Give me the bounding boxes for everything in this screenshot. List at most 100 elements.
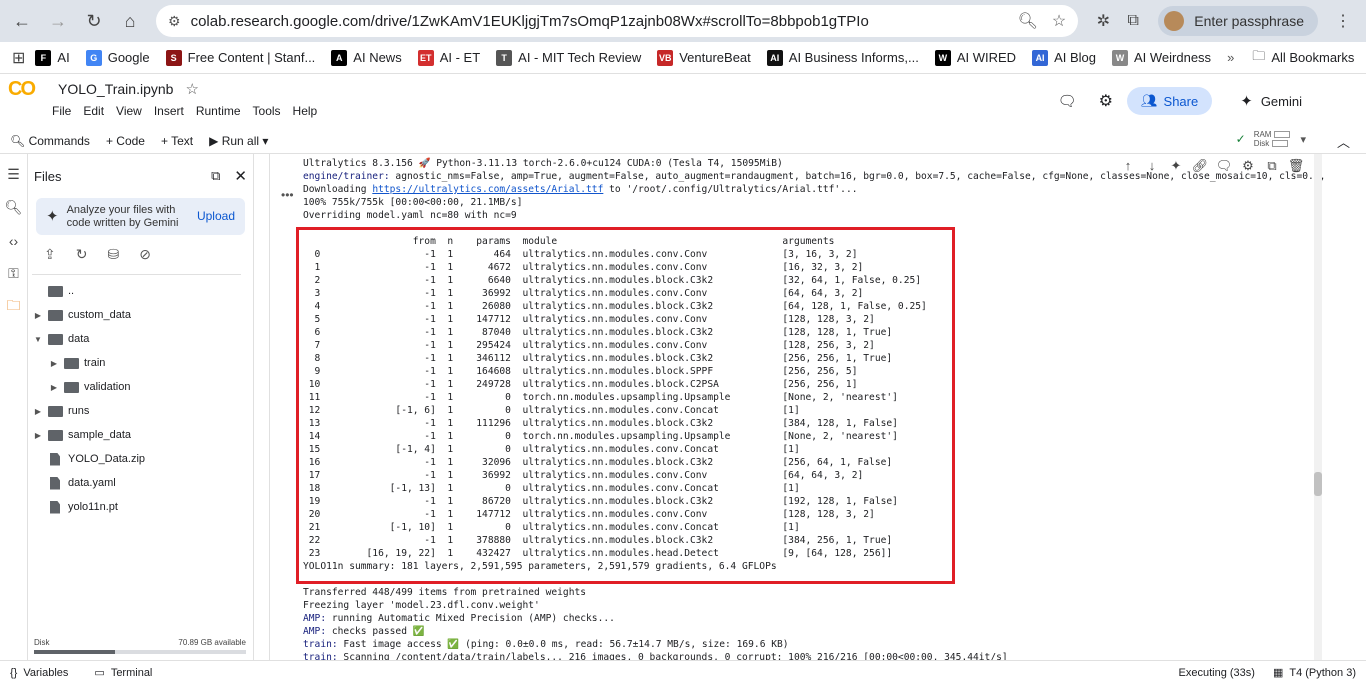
table-of-contents-icon[interactable]: ☰ [0, 158, 27, 191]
extension-ai-icon[interactable]: ✲ [1088, 11, 1118, 31]
upload-file-icon[interactable]: ⇪ [44, 246, 56, 263]
executing-status[interactable]: Executing (33s) [1179, 667, 1255, 679]
terminal-button[interactable]: ▭ Terminal [94, 666, 152, 680]
file-tree-item[interactable]: ▶ train [28, 351, 253, 375]
file-name: train [84, 357, 106, 369]
bookmark-item[interactable]: W AI WIRED [934, 49, 1017, 66]
folder-icon [48, 309, 63, 321]
bookmark-favicon-icon: A [331, 49, 348, 66]
play-icon: ▶ [209, 133, 219, 148]
zoom-search-icon[interactable]: 🔍︎ [1018, 11, 1038, 31]
colab-logo-icon[interactable]: CO [8, 78, 48, 101]
back-icon[interactable]: ← [8, 7, 36, 35]
secrets-key-icon[interactable]: ⚿ [0, 257, 27, 290]
run-all-dropdown-icon[interactable]: ▾ [262, 134, 268, 148]
files-folder-icon[interactable]: 🗀 [0, 290, 27, 323]
output-actions-icon[interactable]: ••• [281, 188, 294, 202]
site-info-icon[interactable]: ⚙ [168, 13, 181, 30]
menu-tools[interactable]: Tools [253, 104, 281, 118]
variables-button[interactable]: {} Variables [10, 667, 68, 679]
bookmark-favicon-icon: VB [657, 49, 674, 66]
apps-grid-icon[interactable]: ⊞ [12, 48, 25, 68]
share-button[interactable]: 👥︎ Share [1127, 87, 1213, 115]
file-tree-item[interactable]: .. [28, 279, 253, 303]
mount-drive-icon[interactable]: ⛁ [107, 246, 119, 263]
bookmark-item[interactable]: AI AI Business Informs,... [766, 49, 919, 66]
terminal-icon: ▭ [94, 667, 105, 679]
bookmark-favicon-icon: F [35, 49, 52, 66]
resource-monitor[interactable]: ✓ RAM Disk ▾ [1236, 130, 1306, 148]
file-tree-item[interactable]: data.yaml [28, 471, 253, 495]
comments-icon[interactable]: 🗨︎ [1058, 92, 1077, 110]
forward-icon[interactable]: → [44, 7, 72, 35]
gemini-button[interactable]: ✦ Gemini [1240, 92, 1302, 110]
star-icon[interactable]: ☆ [185, 80, 198, 98]
refresh-icon[interactable]: ↻ [76, 246, 88, 263]
browser-menu-icon[interactable]: ⋮ [1328, 11, 1358, 31]
resources-dropdown-icon[interactable]: ▾ [1300, 133, 1306, 146]
file-tree-item[interactable]: ▶ validation [28, 375, 253, 399]
bookmark-item[interactable]: S Free Content | Stanf... [165, 49, 315, 66]
disk-usage-bar [34, 650, 246, 654]
add-code-button[interactable]: + Code [106, 134, 145, 148]
file-tree-item[interactable]: ▶ runs [28, 399, 253, 423]
menu-help[interactable]: Help [293, 104, 318, 118]
run-all-button[interactable]: ▶ Run all ▾ [209, 134, 268, 148]
bookmark-item[interactable]: F AI [35, 49, 70, 66]
reload-icon[interactable]: ↻ [80, 7, 108, 35]
settings-gear-icon[interactable]: ⚙ [1099, 91, 1113, 111]
file-tree-item[interactable]: YOLO_Data.zip [28, 447, 253, 471]
search-icon: 🔍︎ [10, 133, 26, 148]
runtime-label[interactable]: T4 (Python 3) [1289, 667, 1356, 679]
find-replace-icon[interactable]: 🔍︎ [0, 191, 27, 224]
hide-files-icon[interactable]: ⊘ [139, 246, 151, 263]
open-in-tab-icon[interactable]: ⧉ [211, 168, 220, 184]
expand-caret-icon[interactable]: ▶ [32, 311, 44, 320]
menu-edit[interactable]: Edit [83, 104, 104, 118]
bookmark-star-icon[interactable]: ☆ [1052, 11, 1066, 31]
main-area: ☰ 🔍︎ ‹› ⚿ 🗀 Files ⧉ ✕ ✦ Analyze your fil… [0, 154, 1366, 660]
file-tree-item[interactable]: yolo11n.pt [28, 495, 253, 519]
address-bar[interactable]: ⚙ colab.research.google.com/drive/1ZwKAm… [156, 5, 1079, 37]
code-snippets-icon[interactable]: ‹› [0, 224, 27, 257]
bookmark-item[interactable]: ET AI - ET [417, 49, 480, 66]
bookmark-item[interactable]: VB VentureBeat [657, 49, 751, 66]
file-tree-item[interactable]: ▶ sample_data [28, 423, 253, 447]
bookmark-item[interactable]: W AI Weirdness [1111, 49, 1211, 66]
folder-icon [48, 285, 63, 297]
all-bookmarks-button[interactable]: 🗀 All Bookmarks [1252, 47, 1354, 69]
upload-link[interactable]: Upload [197, 210, 235, 223]
collapse-header-icon[interactable]: ︿ [1337, 132, 1350, 151]
bookmark-item[interactable]: AI AI Blog [1032, 49, 1096, 66]
menu-file[interactable]: File [52, 104, 71, 118]
expand-caret-icon[interactable]: ▼ [32, 335, 44, 344]
more-bookmarks-icon[interactable]: » [1227, 50, 1234, 65]
file-tree-item[interactable]: ▶ custom_data [28, 303, 253, 327]
commands-button[interactable]: 🔍︎ Commands [10, 134, 90, 148]
expand-caret-icon[interactable]: ▶ [32, 431, 44, 440]
file-name: validation [84, 381, 131, 393]
output-scrollbar[interactable] [1314, 154, 1322, 660]
bookmark-item[interactable]: T AI - MIT Tech Review [496, 49, 641, 66]
all-bookmarks-label: All Bookmarks [1271, 50, 1355, 65]
expand-caret-icon[interactable]: ▶ [48, 359, 60, 368]
menu-insert[interactable]: Insert [154, 104, 184, 118]
extensions-puzzle-icon[interactable]: ⧉ [1118, 12, 1148, 30]
expand-caret-icon[interactable]: ▶ [32, 407, 44, 416]
analyze-text: Analyze your files with code written by … [66, 203, 179, 229]
menu-runtime[interactable]: Runtime [196, 104, 241, 118]
menu-view[interactable]: View [116, 104, 142, 118]
notebook-title[interactable]: YOLO_Train.ipynb [58, 81, 173, 97]
file-icon [50, 452, 60, 466]
home-icon[interactable]: ⌂ [116, 7, 144, 35]
files-header: Files ⧉ ✕ [28, 154, 253, 198]
file-tree-item[interactable]: ▼ data [28, 327, 253, 351]
add-text-button[interactable]: + Text [161, 134, 193, 148]
bookmark-item[interactable]: A AI News [331, 49, 402, 66]
profile-chip[interactable]: Enter passphrase [1158, 6, 1318, 36]
close-icon[interactable]: ✕ [234, 167, 247, 185]
bookmark-label: AI WIRED [956, 50, 1017, 65]
notebook-toolbar: 🔍︎ Commands + Code + Text ▶ Run all ▾ ✓ … [0, 128, 1366, 154]
expand-caret-icon[interactable]: ▶ [48, 383, 60, 392]
bookmark-item[interactable]: G Google [85, 49, 150, 66]
